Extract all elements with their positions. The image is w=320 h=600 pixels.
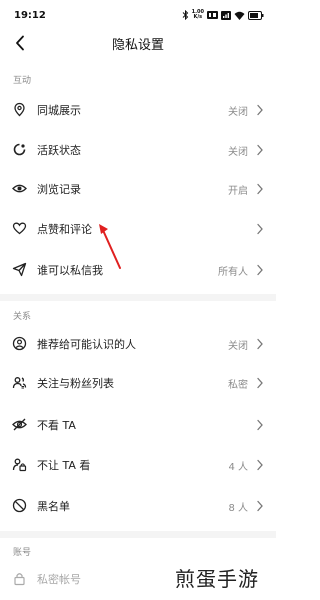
users-icon [12,375,27,390]
setting-label: 同城展示 [37,104,81,117]
page-title: 隐私设置 [111,38,164,53]
status-icons: 1.00 K/s [182,9,264,21]
setting-value: 私密 [228,380,248,391]
setting-label: 私密帐号 [37,573,81,586]
chevron-right-icon [256,183,264,195]
eye-icon [12,181,27,196]
setting-value: 关闭 [228,341,248,352]
nav-bar: 隐私设置 [0,28,276,58]
setting-value: 8 人 [228,503,248,514]
location-pin-icon [12,102,27,117]
hd-icon [207,11,218,19]
setting-label: 活跃状态 [37,144,81,157]
setting-label: 关注与粉丝列表 [37,377,114,390]
setting-value: 所有人 [218,267,248,278]
bluetooth-icon [182,10,188,20]
chevron-right-icon [256,377,264,389]
lock-icon [12,571,27,586]
chevron-right-icon [256,223,264,235]
setting-row-blacklist[interactable]: 黑名单 8 人 [0,487,276,525]
wifi-icon [234,11,245,20]
chevron-right-icon [256,264,264,276]
eye-off-icon [12,417,27,432]
chevron-right-icon [256,144,264,156]
setting-value: 开启 [228,186,248,197]
annotation-arrow [99,224,121,269]
setting-row-who-can-message[interactable]: 谁可以私信我 所有人 [0,251,276,289]
setting-row-browse-history[interactable]: 浏览记录 开启 [0,170,276,208]
battery-icon [248,10,264,20]
chevron-right-icon [256,500,264,512]
status-time: 19:12 [14,10,46,21]
setting-row-not-see-ta[interactable]: 不看 TA [0,406,276,444]
chevron-right-icon [256,419,264,431]
setting-label: 点赞和评论 [37,223,92,236]
setting-value: 4 人 [228,462,248,473]
chevron-right-icon [256,459,264,471]
user-lock-icon [12,457,27,472]
net-speed: 1.00 K/s [192,10,204,20]
signal-icon [221,10,231,20]
setting-label: 不看 TA [37,419,76,432]
section-label-account: 账号 [13,548,32,558]
block-icon [12,498,27,513]
heart-icon [12,221,27,236]
status-bar: 19:12 1.00 K/s [0,0,276,28]
activity-status-icon [12,142,27,157]
net-speed-unit: K/s [193,14,203,20]
setting-value: 关闭 [228,147,248,158]
user-circle-icon [12,336,27,351]
setting-row-follow-fans-list[interactable]: 关注与粉丝列表 私密 [0,364,276,402]
section-label-relation: 关系 [13,312,32,322]
setting-value: 关闭 [228,107,248,118]
section-label-interaction: 互动 [13,76,32,86]
section-divider [0,531,276,538]
setting-row-not-let-ta-see[interactable]: 不让 TA 看 4 人 [0,446,276,484]
watermark: 煎蛋手游 [175,567,259,591]
setting-row-likes-comments[interactable]: 点赞和评论 [0,210,276,248]
setting-label: 不让 TA 看 [37,459,91,472]
send-icon [12,262,27,277]
setting-row-local-display[interactable]: 同城展示 关闭 [0,91,276,129]
setting-label: 浏览记录 [37,183,81,196]
setting-label: 谁可以私信我 [37,264,103,277]
section-divider [0,294,276,301]
chevron-right-icon [256,338,264,350]
setting-label: 推荐给可能认识的人 [37,338,136,351]
setting-row-active-status[interactable]: 活跃状态 关闭 [0,131,276,169]
chevron-right-icon [256,104,264,116]
setting-row-recommend[interactable]: 推荐给可能认识的人 关闭 [0,325,276,363]
setting-label: 黑名单 [37,500,70,513]
